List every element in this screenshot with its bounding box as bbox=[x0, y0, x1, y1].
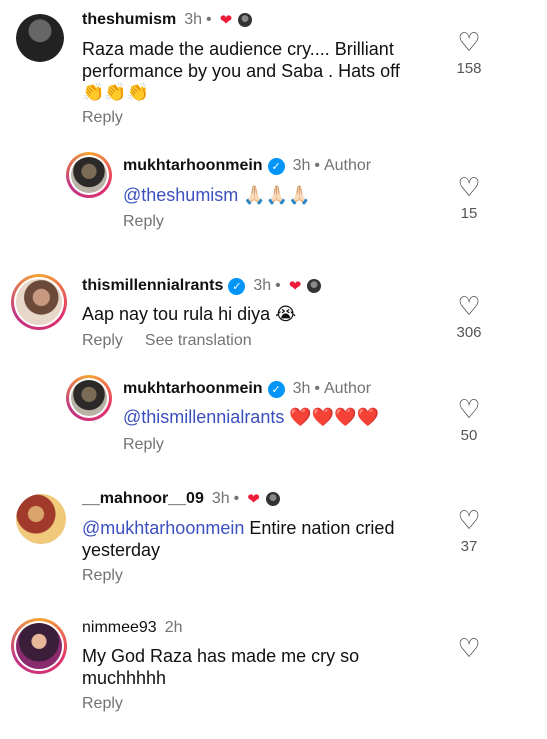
creator-avatar-icon bbox=[307, 279, 322, 293]
comment-body: Raza made the audience cry.... Brilliant… bbox=[82, 39, 400, 81]
comment-actions: Reply See translation bbox=[82, 332, 274, 350]
mention-link[interactable]: @theshumism bbox=[123, 185, 238, 205]
comment-actions: Reply bbox=[123, 213, 186, 231]
comment-text: @mukhtarhoonmein Entire nation cried yes… bbox=[82, 517, 442, 561]
avatar[interactable] bbox=[11, 274, 67, 330]
comment-actions: Reply bbox=[82, 567, 145, 585]
comment-emoji: 👏👏👏 bbox=[82, 82, 150, 103]
like-column: ♡ 306 bbox=[447, 294, 491, 341]
comment-meta: nimmee93 2h bbox=[82, 619, 183, 637]
see-translation-button[interactable]: See translation bbox=[145, 332, 252, 350]
like-column: ♡ bbox=[447, 636, 491, 662]
creator-avatar-icon bbox=[238, 13, 253, 27]
heart-filled-icon: ❤ bbox=[288, 278, 302, 295]
comment-text: Aap nay tou rula hi diya 😭 bbox=[82, 303, 296, 326]
comment-actions: Reply bbox=[123, 436, 186, 454]
timestamp: 3h bbox=[292, 380, 311, 397]
username[interactable]: mukhtarhoonmein bbox=[123, 157, 263, 175]
comment-meta: theshumism 3h • ❤ bbox=[82, 11, 253, 29]
separator-dot: • bbox=[275, 277, 281, 294]
like-count[interactable]: 37 bbox=[447, 538, 491, 555]
author-label: Author bbox=[323, 157, 372, 174]
separator-dot: • bbox=[314, 380, 320, 397]
username[interactable]: theshumism bbox=[82, 11, 176, 29]
comment-body: Aap nay tou rula hi diya bbox=[82, 304, 271, 324]
comment-text: Raza made the audience cry.... Brilliant… bbox=[82, 38, 442, 104]
timestamp: 3h bbox=[292, 157, 311, 174]
avatar[interactable] bbox=[16, 14, 64, 62]
comment-body: ❤️❤️❤️❤️ bbox=[289, 407, 380, 428]
reply-button[interactable]: Reply bbox=[123, 213, 164, 231]
username[interactable]: nimmee93 bbox=[82, 619, 157, 637]
comment-emoji: 😭 bbox=[275, 304, 297, 325]
reply-button[interactable]: Reply bbox=[82, 695, 123, 713]
reply-button[interactable]: Reply bbox=[82, 109, 123, 127]
timestamp: 2h bbox=[164, 619, 183, 636]
reply-button[interactable]: Reply bbox=[82, 332, 123, 350]
comment-meta: mukhtarhoonmein ✓ 3h • Author bbox=[123, 157, 371, 175]
username[interactable]: thismillennialrants bbox=[82, 277, 223, 295]
heart-filled-icon: ❤ bbox=[219, 12, 233, 29]
like-column: ♡ 37 bbox=[447, 508, 491, 555]
comment-body: My God Raza has made me cry so bbox=[82, 646, 360, 666]
username[interactable]: mukhtarhoonmein bbox=[123, 380, 263, 398]
timestamp: 3h bbox=[184, 11, 203, 28]
author-label: Author bbox=[323, 380, 372, 397]
avatar[interactable] bbox=[66, 375, 112, 421]
separator-dot: • bbox=[233, 490, 240, 507]
separator-dot: • bbox=[314, 157, 320, 174]
timestamp: 3h bbox=[211, 490, 230, 507]
like-count[interactable]: 50 bbox=[447, 427, 491, 444]
like-column: ♡ 158 bbox=[447, 30, 491, 77]
avatar[interactable] bbox=[66, 152, 112, 198]
avatar[interactable] bbox=[11, 618, 67, 674]
creator-avatar-icon bbox=[265, 492, 280, 506]
comment-actions: Reply bbox=[82, 109, 145, 127]
heart-filled-icon: ❤ bbox=[247, 491, 260, 508]
comment-body-cont: muchhhhh bbox=[82, 668, 167, 688]
heart-outline-icon[interactable]: ♡ bbox=[447, 397, 491, 423]
like-count[interactable]: 15 bbox=[447, 205, 491, 222]
mention-link[interactable]: @mukhtarhoonmein bbox=[82, 518, 244, 538]
verified-badge-icon: ✓ bbox=[267, 380, 285, 398]
comment-meta: mukhtarhoonmein ✓ 3h • Author bbox=[123, 380, 371, 398]
comment-text: @thismillennialrants ❤️❤️❤️❤️ bbox=[123, 406, 379, 429]
username[interactable]: __mahnoor__09 bbox=[82, 490, 204, 508]
heart-outline-icon[interactable]: ♡ bbox=[447, 508, 491, 534]
heart-outline-icon[interactable]: ♡ bbox=[447, 30, 491, 56]
timestamp: 3h bbox=[253, 277, 272, 294]
mention-link[interactable]: @thismillennialrants bbox=[123, 407, 284, 427]
avatar[interactable] bbox=[16, 494, 66, 544]
heart-outline-icon[interactable]: ♡ bbox=[447, 175, 491, 201]
comment-meta: __mahnoor__09 3h • ❤ bbox=[82, 490, 280, 508]
comment-body-cont: yesterday bbox=[82, 540, 161, 560]
comment-body: 🙏🏻🙏🏻🙏🏻 bbox=[243, 185, 311, 206]
reply-button[interactable]: Reply bbox=[82, 567, 123, 585]
comment-text: My God Raza has made me cry so muchhhhh bbox=[82, 645, 442, 689]
comment-actions: Reply bbox=[82, 695, 145, 713]
verified-badge-icon: ✓ bbox=[267, 157, 285, 175]
like-column: ♡ 15 bbox=[447, 175, 491, 222]
verified-badge-icon: ✓ bbox=[228, 277, 246, 295]
like-count[interactable]: 306 bbox=[447, 324, 491, 341]
comment-body: Entire nation cried bbox=[249, 518, 395, 538]
comment-meta: thismillennialrants ✓ 3h • ❤ bbox=[82, 277, 322, 295]
like-column: ♡ 50 bbox=[447, 397, 491, 444]
reply-button[interactable]: Reply bbox=[123, 436, 164, 454]
separator-dot: • bbox=[206, 11, 212, 28]
comment-text: @theshumism 🙏🏻🙏🏻🙏🏻 bbox=[123, 184, 311, 207]
heart-outline-icon[interactable]: ♡ bbox=[447, 294, 491, 320]
heart-outline-icon[interactable]: ♡ bbox=[447, 636, 491, 662]
like-count[interactable]: 158 bbox=[447, 60, 491, 77]
